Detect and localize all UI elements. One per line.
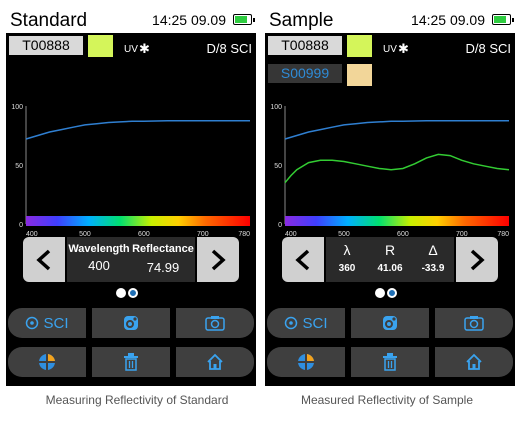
standard-color-swatch bbox=[88, 35, 113, 57]
readout-panel: Wavelength 400 Reflectance 74.99 bbox=[23, 237, 239, 282]
color-wheel-icon bbox=[298, 354, 314, 370]
camera-icon bbox=[205, 316, 225, 331]
delta-symbol: Δ bbox=[428, 242, 438, 258]
previous-button[interactable] bbox=[23, 237, 65, 282]
color-space-button[interactable] bbox=[267, 347, 345, 377]
standard-screen: Standard 14:25 09.09 T00888 UV ✱ D/8 SCI… bbox=[6, 8, 256, 386]
camera-icon bbox=[464, 316, 484, 331]
battery-icon bbox=[233, 14, 255, 25]
standard-id[interactable]: T00888 bbox=[268, 36, 342, 55]
sample-id[interactable]: S00999 bbox=[268, 64, 342, 83]
series-line-0 bbox=[284, 120, 509, 140]
sci-button-label: SCI bbox=[302, 314, 328, 332]
page-title: Sample bbox=[269, 10, 334, 31]
next-button[interactable] bbox=[456, 237, 498, 282]
target-icon bbox=[26, 316, 39, 330]
page-indicator[interactable] bbox=[116, 288, 146, 300]
camera-button[interactable] bbox=[435, 308, 513, 338]
home-icon bbox=[207, 353, 223, 370]
uv-label: UV bbox=[383, 44, 397, 55]
toolbar-row-2 bbox=[267, 347, 513, 377]
series-line-1 bbox=[284, 153, 510, 184]
series-line-0 bbox=[25, 120, 250, 140]
status-bar: Standard 14:25 09.09 bbox=[6, 8, 256, 33]
bluetooth-icon: ✱ bbox=[398, 41, 409, 56]
geometry-label: D/8 SCI bbox=[206, 41, 252, 56]
toolbar-row-1: SCI bbox=[8, 308, 254, 338]
previous-button[interactable] bbox=[282, 237, 324, 282]
settings-icon bbox=[383, 316, 397, 330]
sci-button[interactable]: SCI bbox=[267, 308, 345, 338]
clock: 14:25 09.09 bbox=[152, 12, 226, 28]
reflectance-chart: 050100400 500 600 700 780 bbox=[270, 104, 510, 238]
spectrum-bar bbox=[285, 216, 509, 226]
readout-values: λ 360 R 41.06 Δ -33.9 bbox=[326, 237, 454, 282]
home-button[interactable] bbox=[435, 347, 513, 377]
standard-color-swatch bbox=[347, 35, 372, 57]
page-dot[interactable] bbox=[387, 288, 397, 298]
bluetooth-icon: ✱ bbox=[139, 41, 150, 56]
trash-icon bbox=[124, 353, 138, 371]
caption-sample: Measured Reflectivity of Sample bbox=[300, 393, 474, 407]
toolbar-row-1: SCI bbox=[267, 308, 513, 338]
y-tick-label: 0 bbox=[278, 222, 282, 229]
readout-panel: λ 360 R 41.06 Δ -33.9 bbox=[282, 237, 498, 282]
y-tick-label: 100 bbox=[11, 104, 23, 111]
target-icon bbox=[285, 316, 298, 330]
spectrum-bar bbox=[26, 216, 250, 226]
standard-id[interactable]: T00888 bbox=[9, 36, 83, 55]
page-indicator[interactable] bbox=[375, 288, 405, 300]
page-dot[interactable] bbox=[128, 288, 138, 298]
wavelength-value: 400 bbox=[88, 258, 110, 273]
sci-button[interactable]: SCI bbox=[8, 308, 86, 338]
y-tick-label: 100 bbox=[270, 104, 282, 111]
settings-icon bbox=[124, 316, 138, 330]
y-tick-label: 50 bbox=[274, 163, 282, 170]
x-tick-label: 780 bbox=[238, 231, 250, 238]
reflectance-chart: 050100400 500 600 700 780 bbox=[11, 104, 250, 238]
chevron-left-icon bbox=[295, 249, 310, 271]
caption-standard: Measuring Reflectivity of Standard bbox=[45, 393, 229, 407]
settings-button[interactable] bbox=[92, 308, 170, 338]
y-tick-label: 50 bbox=[15, 163, 23, 170]
sample-screen: Sample 14:25 09.09 T00888 UV ✱ D/8 SCI S… bbox=[265, 8, 515, 386]
lambda-value: 360 bbox=[338, 263, 356, 274]
r-value: 41.06 bbox=[377, 263, 403, 274]
delta-value: -33.9 bbox=[421, 263, 445, 274]
status-bar: Sample 14:25 09.09 bbox=[265, 8, 515, 33]
readout-values: Wavelength 400 Reflectance 74.99 bbox=[67, 237, 195, 282]
chevron-right-icon bbox=[211, 249, 226, 271]
lambda-symbol: λ bbox=[343, 242, 351, 258]
sample-color-swatch bbox=[347, 64, 372, 86]
clock: 14:25 09.09 bbox=[411, 12, 485, 28]
delete-button[interactable] bbox=[351, 347, 429, 377]
y-tick-label: 0 bbox=[19, 222, 23, 229]
trash-icon bbox=[383, 353, 397, 371]
battery-icon bbox=[492, 14, 514, 25]
toolbar-row-2 bbox=[8, 347, 254, 377]
next-button[interactable] bbox=[197, 237, 239, 282]
delete-button[interactable] bbox=[92, 347, 170, 377]
r-symbol: R bbox=[384, 242, 396, 258]
page-dot-active[interactable] bbox=[116, 288, 126, 298]
reflectance-label: Reflectance bbox=[132, 243, 194, 255]
settings-button[interactable] bbox=[351, 308, 429, 338]
x-tick-label: 780 bbox=[497, 231, 509, 238]
wavelength-label: Wavelength bbox=[68, 243, 130, 255]
page-dot-active[interactable] bbox=[375, 288, 385, 298]
sci-button-label: SCI bbox=[43, 314, 69, 332]
color-wheel-icon bbox=[39, 354, 55, 370]
home-icon bbox=[466, 353, 482, 370]
page-title: Standard bbox=[10, 10, 88, 31]
geometry-label: D/8 SCI bbox=[465, 41, 511, 56]
reflectance-value: 74.99 bbox=[146, 260, 180, 275]
chevron-right-icon bbox=[470, 249, 485, 271]
chevron-left-icon bbox=[36, 249, 51, 271]
color-space-button[interactable] bbox=[8, 347, 86, 377]
home-button[interactable] bbox=[176, 347, 254, 377]
uv-label: UV bbox=[124, 44, 138, 55]
camera-button[interactable] bbox=[176, 308, 254, 338]
